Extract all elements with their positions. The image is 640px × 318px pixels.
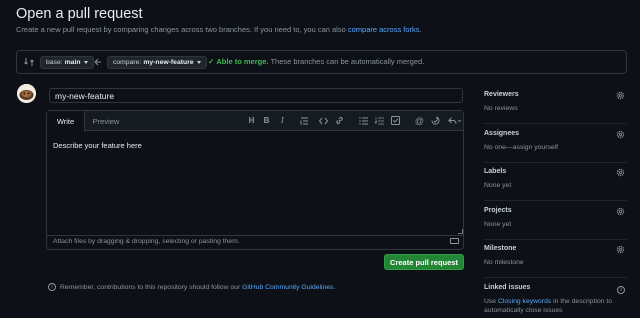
assignees-value: No one—assign yourself [484, 144, 559, 151]
unordered-list-icon[interactable] [358, 115, 369, 126]
compare-forks-link[interactable]: compare across forks [348, 25, 420, 34]
merge-status-label: Able to merge. [216, 57, 269, 66]
labels-title: Labels [484, 168, 507, 175]
reviewers-title: Reviewers [484, 91, 519, 98]
info-icon: i [48, 283, 56, 291]
link-icon[interactable] [334, 115, 345, 126]
info-icon[interactable]: i [617, 284, 625, 294]
sidebar-assignees[interactable]: Assignees No one—assign yourself [484, 130, 627, 163]
sidebar-reviewers[interactable]: Reviewers No reviews [484, 91, 627, 124]
labels-value: None yet [484, 182, 512, 189]
compare-label: compare: [113, 59, 142, 66]
base-branch-select[interactable]: base: main [40, 56, 94, 69]
gear-icon[interactable] [616, 130, 625, 139]
gear-icon[interactable] [616, 91, 625, 100]
community-guidelines-link[interactable]: GitHub Community Guidelines [242, 284, 333, 291]
milestone-value: No milestone [484, 259, 524, 266]
gear-icon[interactable] [616, 168, 625, 177]
closing-keywords-link[interactable]: Closing keywords [498, 298, 551, 305]
sidebar-linked-issues: Linked issues Use Closing keywords in th… [484, 284, 627, 318]
bold-icon[interactable]: B [261, 115, 272, 126]
create-pull-request-button[interactable]: Create pull request [384, 254, 464, 270]
reviewers-value: No reviews [484, 105, 518, 112]
heading-icon[interactable]: H [246, 115, 257, 126]
code-icon[interactable] [318, 115, 329, 126]
arrow-left-icon [94, 58, 102, 66]
remember-text: Remember, contributions to this reposito… [60, 283, 241, 291]
mention-icon[interactable]: @ [414, 115, 425, 126]
gear-icon[interactable] [616, 207, 625, 216]
tab-preview[interactable]: Preview [86, 111, 126, 131]
base-label: base: [46, 59, 63, 66]
pr-body-text: Describe your feature here [53, 141, 142, 150]
check-icon: ✓ [208, 57, 215, 66]
linked-issues-value: Use Closing keywords in the description … [484, 297, 627, 315]
compare-arrows-icon[interactable] [24, 57, 34, 67]
markdown-icon[interactable] [450, 238, 459, 244]
projects-value: None yet [484, 221, 512, 228]
base-branch-name: main [64, 59, 81, 66]
compare-bar: base: main compare: my-new-feature ✓ Able … [16, 50, 627, 74]
ordered-list-icon[interactable] [374, 115, 385, 126]
linked-suffix-2: automatically close issues [484, 307, 563, 314]
italic-icon[interactable]: I [277, 115, 288, 126]
linked-prefix: Use [484, 298, 498, 305]
gear-icon[interactable] [616, 245, 625, 254]
merge-status: ✓ Able to merge. These branches can be a… [208, 57, 424, 66]
page-subtitle: Create a new pull request by comparing c… [16, 25, 422, 34]
attach-hint: Attach files by dragging & dropping, sel… [53, 238, 240, 245]
chevron-down-icon [83, 61, 88, 64]
remember-suffix: . [333, 283, 336, 291]
milestone-title: Milestone [484, 245, 517, 252]
reference-icon[interactable] [430, 115, 441, 126]
chevron-down-icon [196, 61, 201, 64]
subtitle-suffix: . [419, 25, 422, 34]
linked-suffix-1: in the description to [551, 298, 613, 305]
pr-title-input[interactable] [49, 88, 463, 103]
linked-issues-title: Linked issues [484, 284, 531, 291]
projects-title: Projects [484, 207, 512, 214]
assignees-title: Assignees [484, 130, 520, 137]
avatar[interactable] [17, 84, 36, 103]
compare-branch-select[interactable]: compare: my-new-feature [107, 56, 207, 69]
sidebar-milestone[interactable]: Milestone No milestone [484, 245, 627, 278]
quote-icon[interactable] [299, 115, 310, 126]
page-title: Open a pull request [16, 6, 143, 22]
reply-icon[interactable] [447, 115, 463, 126]
tab-write[interactable]: Write [47, 111, 85, 132]
sidebar-projects[interactable]: Projects None yet [484, 207, 627, 240]
compare-branch-name: my-new-feature [143, 59, 194, 66]
subtitle-text: Create a new pull request by comparing c… [16, 25, 348, 34]
resize-handle[interactable] [458, 229, 463, 234]
task-list-icon[interactable] [390, 115, 401, 126]
merge-status-detail: These branches can be automatically merg… [270, 57, 425, 66]
contribution-note: i Remember, contributions to this reposi… [48, 283, 335, 291]
sidebar-labels[interactable]: Labels None yet [484, 168, 627, 201]
